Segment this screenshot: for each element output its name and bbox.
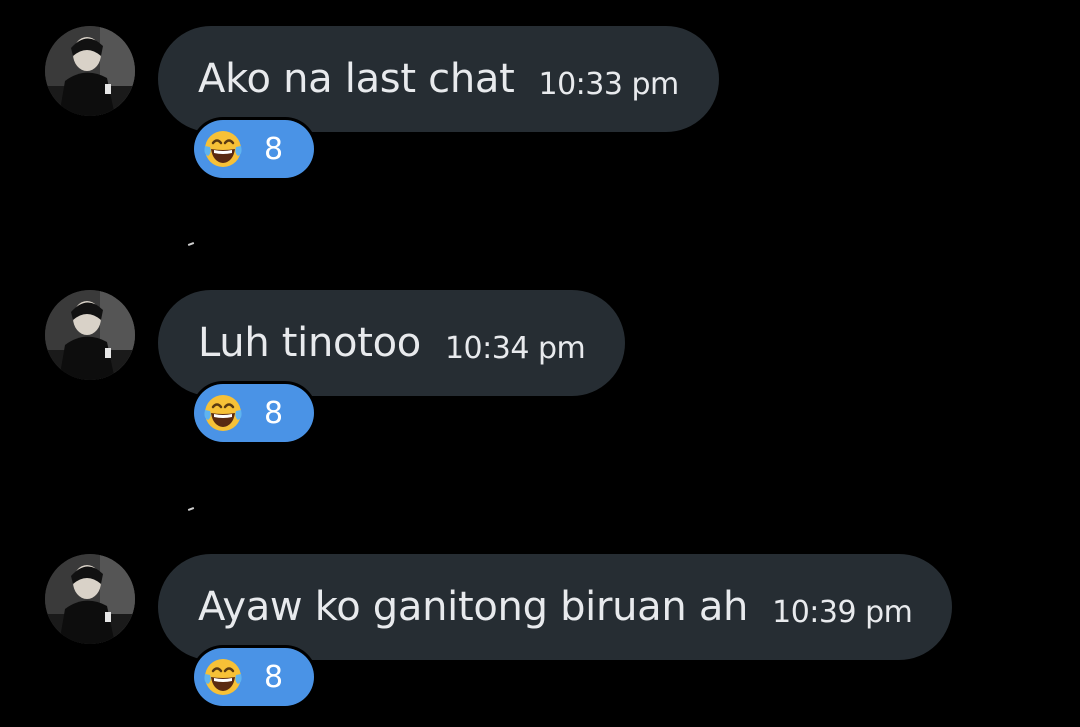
message-text: Ako na last chat [198, 56, 515, 102]
message-timestamp: 10:33 pm [538, 66, 679, 102]
message-text: Luh tinotoo [198, 320, 421, 366]
avatar[interactable] [45, 26, 135, 116]
avatar[interactable] [45, 554, 135, 644]
message-row: Ako na last chat 10:33 pm 8 [0, 0, 1080, 190]
read-indicator [187, 507, 195, 511]
reaction-count: 8 [264, 395, 284, 431]
reaction-badge[interactable]: 8 [191, 645, 317, 709]
face-with-tears-of-joy-icon [204, 395, 242, 431]
message-row: Luh tinotoo 10:34 pm 8 [0, 264, 1080, 454]
message-row: Ayaw ko ganitong biruan ah 10:39 pm 8 [0, 528, 1080, 718]
reaction-count: 8 [264, 131, 284, 167]
face-with-tears-of-joy-icon [204, 659, 242, 695]
message-timestamp: 10:34 pm [444, 330, 586, 366]
avatar-photo-icon [45, 26, 135, 116]
chat-thread: Ako na last chat 10:33 pm 8 Luh tinotoo … [0, 0, 1080, 727]
avatar[interactable] [45, 290, 135, 380]
reaction-badge[interactable]: 8 [191, 381, 317, 445]
message-timestamp: 10:39 pm [772, 594, 913, 630]
message-text: Ayaw ko ganitong biruan ah [198, 584, 749, 630]
avatar-photo-icon [45, 290, 135, 380]
reaction-badge[interactable]: 8 [191, 117, 317, 181]
face-with-tears-of-joy-icon [204, 131, 242, 167]
read-indicator [187, 242, 195, 246]
avatar-photo-icon [45, 554, 135, 644]
reaction-count: 8 [264, 659, 284, 695]
